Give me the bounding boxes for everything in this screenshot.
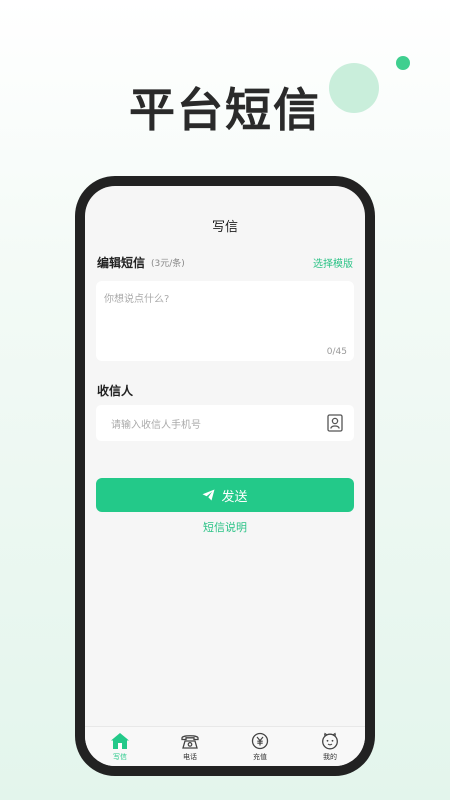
nav-title: 写信 [211, 220, 238, 235]
page-headline: 平台短信 [129, 83, 321, 137]
tab-recharge[interactable]: 充值 [225, 727, 295, 766]
decorative-circle-small [396, 56, 410, 70]
profile-face-icon [322, 732, 338, 750]
contact-book-icon[interactable] [327, 414, 343, 432]
tab-label: 充值 [253, 753, 267, 761]
message-section-title: 编辑短信 [97, 256, 146, 270]
recipient-placeholder: 请输入收信人手机号 [111, 420, 201, 431]
message-placeholder: 你想说点什么? [104, 294, 170, 305]
tab-label: 我的 [323, 753, 337, 761]
recipient-phone-input[interactable]: 请输入收信人手机号 [96, 405, 354, 441]
send-button-label: 发送 [221, 489, 248, 505]
telephone-icon [181, 735, 199, 749]
tab-label: 电话 [183, 753, 197, 761]
tab-phone[interactable]: 电话 [155, 727, 225, 766]
tab-write[interactable]: 写信 [85, 727, 155, 766]
phone-screen: 写信 编辑短信 (3元/条) 选择模版 你想说点什么? 0/45 收信人 请输入… [85, 186, 365, 766]
paper-plane-icon [202, 489, 215, 501]
message-price: (3元/条) [151, 259, 185, 269]
tab-label: 写信 [113, 753, 127, 761]
sms-help-link[interactable]: 短信说明 [85, 519, 365, 535]
phone-mockup: 写信 编辑短信 (3元/条) 选择模版 你想说点什么? 0/45 收信人 请输入… [75, 176, 375, 776]
choose-template-link[interactable]: 选择模版 [313, 255, 353, 270]
message-textarea[interactable]: 你想说点什么? 0/45 [96, 281, 354, 361]
send-button[interactable]: 发送 [96, 478, 354, 512]
recipient-section-title: 收信人 [97, 384, 134, 398]
home-icon [111, 733, 129, 749]
message-section-header: 编辑短信 (3元/条) 选择模版 [97, 254, 353, 271]
message-char-counter: 0/45 [326, 347, 347, 357]
bottom-tab-bar: 写信 电话 充值 我的 [85, 726, 365, 766]
tab-mine[interactable]: 我的 [295, 727, 365, 766]
yuan-coin-icon [251, 732, 269, 750]
